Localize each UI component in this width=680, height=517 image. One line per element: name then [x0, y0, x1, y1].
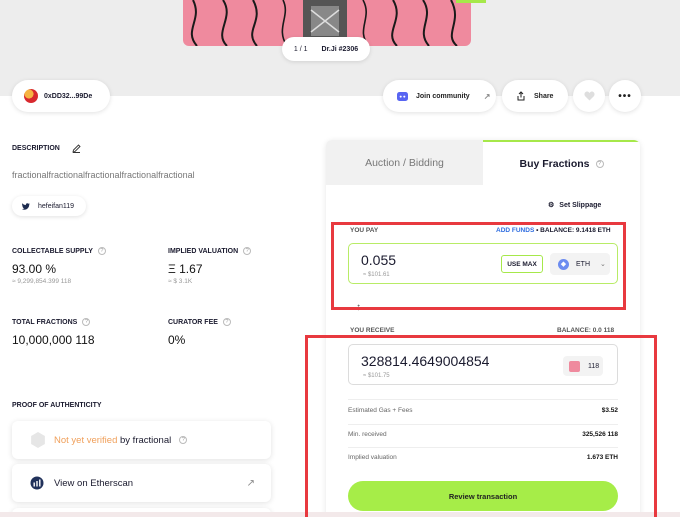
help-icon[interactable]: ? [97, 247, 106, 255]
stat-value: 93.00 % [12, 262, 57, 276]
help-icon[interactable]: ? [179, 436, 188, 444]
help-icon[interactable]: ? [595, 159, 604, 168]
verification-status: Not yet verified by fractional [54, 435, 171, 446]
review-transaction-button[interactable]: Review transaction [348, 481, 618, 511]
exchange-rate-row [350, 303, 616, 317]
edit-icon[interactable] [72, 144, 81, 153]
stat-sub: ≈ 9,299,854.399 118 [12, 278, 72, 285]
join-community-label: Join community [416, 92, 470, 100]
nft-name: Dr.Ji #2306 [321, 45, 359, 53]
more-icon: ••• [618, 90, 632, 102]
description-text: fractionalfractionalfractionalfractional… [12, 170, 195, 180]
divider [348, 447, 618, 448]
chevron-down-icon: ⌄ [600, 261, 606, 268]
tab-auction-label: Auction / Bidding [365, 156, 444, 169]
external-link-icon: ↗ [246, 477, 255, 489]
owner-avatar [24, 89, 38, 103]
nft-accent-bar [456, 0, 486, 3]
pay-usd-value: ≈ $101.61 [363, 272, 390, 278]
stat-collectable-supply: COLLECTABLE SUPPLY? 93.00 % ≈ 9,299,854.… [12, 247, 106, 285]
help-icon[interactable]: ? [82, 318, 91, 326]
fee-value: $3.52 [601, 407, 618, 414]
ethereum-icon: ◆ [558, 258, 569, 270]
tab-auction-bidding[interactable]: Auction / Bidding [326, 140, 483, 185]
image-counter: 1 / 1 Dr.Ji #2306 [282, 37, 370, 61]
fee-row-min-received: Min. received 325,526 118 [348, 431, 618, 438]
stat-implied-valuation: IMPLIED VALUATION? Ξ 1.67 ≈ $ 3.1K [168, 247, 252, 285]
stat-label: CURATOR FEE [168, 318, 218, 326]
receive-token: 118 [563, 356, 603, 376]
divider [348, 399, 618, 400]
hexagon-icon [31, 432, 45, 448]
owner-address: 0xDD32...99De [44, 92, 93, 100]
add-funds-link[interactable]: ADD FUNDS [496, 227, 534, 234]
share-icon [517, 91, 525, 101]
pay-meta: ADD FUNDS • BALANCE: 9.1418 ETH [496, 227, 611, 234]
help-icon[interactable]: ? [222, 318, 231, 326]
pay-amount-input[interactable]: 0.055 [361, 252, 396, 268]
like-button[interactable] [573, 80, 605, 112]
stat-curator-fee: CURATOR FEE? 0% [168, 318, 231, 347]
fee-key: Min. received [348, 431, 387, 438]
by-fractional-text: by fractional [117, 434, 172, 446]
tab-buy-fractions[interactable]: Buy Fractions ? [483, 140, 640, 185]
you-receive-label: YOU RECEIVE [350, 327, 395, 334]
etherscan-icon [30, 476, 44, 490]
description-heading: DESCRIPTION [12, 144, 81, 153]
pay-amount-field[interactable]: 0.055 ≈ $101.61 USE MAX ◆ ETH ⌄ [348, 243, 618, 284]
stat-value: 0% [168, 333, 186, 347]
help-icon[interactable]: ? [243, 247, 252, 255]
verification-card: Not yet verified by fractional ? [12, 421, 271, 459]
trade-panel: Auction / Bidding Buy Fractions ? ⚙ Set … [326, 140, 640, 517]
receive-amount-field[interactable]: 328814.4649004854 ≈ $101.75 118 [348, 344, 618, 385]
etherscan-label: View on Etherscan [54, 477, 134, 489]
set-slippage-button[interactable]: ⚙ Set Slippage [548, 201, 602, 210]
image-counter-text: 1 / 1 [293, 45, 308, 53]
you-pay-label: YOU PAY [350, 227, 379, 234]
receive-balance: BALANCE: 0.0 118 [557, 327, 615, 334]
fee-value: 1.673 ETH [586, 454, 618, 461]
more-options-button[interactable]: ••• [609, 80, 641, 112]
stat-label: TOTAL FRACTIONS [12, 318, 78, 326]
pay-token-select[interactable]: ◆ ETH ⌄ [550, 253, 610, 275]
gear-icon: ⚙ [548, 202, 555, 209]
owner-address-button[interactable]: 0xDD32...99De [12, 80, 110, 112]
pay-balance: • BALANCE: 9.1418 ETH [536, 227, 611, 234]
share-button[interactable]: Share [502, 80, 568, 112]
stat-total-fractions: TOTAL FRACTIONS? 10,000,000 118 [12, 318, 95, 347]
fee-row-implied-valuation: Implied valuation 1.673 ETH [348, 454, 618, 461]
stat-value: Ξ 1.67 [168, 262, 203, 276]
proof-title: PROOF OF AUTHENTICITY [12, 402, 102, 409]
receive-token-label: 118 [588, 362, 600, 370]
fee-row-gas: Estimated Gas + Fees $3.52 [348, 407, 618, 414]
join-community-button[interactable]: Join community ↗ [383, 80, 496, 112]
discord-icon [397, 91, 408, 101]
twitter-icon [22, 202, 30, 210]
stat-value: 10,000,000 118 [12, 333, 95, 347]
external-link-icon: ↗ [483, 91, 491, 101]
stat-label: COLLECTABLE SUPPLY [12, 247, 93, 255]
twitter-handle: hefeifan119 [38, 202, 75, 210]
token-thumbnail [569, 360, 580, 372]
view-on-etherscan-button[interactable]: View on Etherscan ↗ [12, 464, 271, 502]
share-label: Share [534, 92, 554, 100]
stat-label: IMPLIED VALUATION [168, 247, 239, 255]
heart-icon [583, 91, 595, 101]
stat-sub: ≈ $ 3.1K [168, 278, 193, 285]
pay-token-label: ETH [576, 260, 590, 268]
twitter-link[interactable]: hefeifan119 [12, 196, 86, 216]
divider [348, 424, 618, 425]
use-max-button[interactable]: USE MAX [501, 255, 543, 273]
receive-amount[interactable]: 328814.4649004854 [361, 353, 489, 369]
fee-value: 325,526 118 [582, 431, 618, 438]
set-slippage-label: Set Slippage [559, 201, 602, 209]
fee-key: Implied valuation [348, 454, 397, 461]
fee-key: Estimated Gas + Fees [348, 407, 413, 414]
bottom-strip [0, 512, 680, 517]
not-verified-text: Not yet verified [54, 434, 118, 446]
description-title: DESCRIPTION [12, 145, 60, 152]
tab-buy-label: Buy Fractions [519, 157, 590, 170]
receive-usd-value: ≈ $101.75 [363, 373, 390, 379]
